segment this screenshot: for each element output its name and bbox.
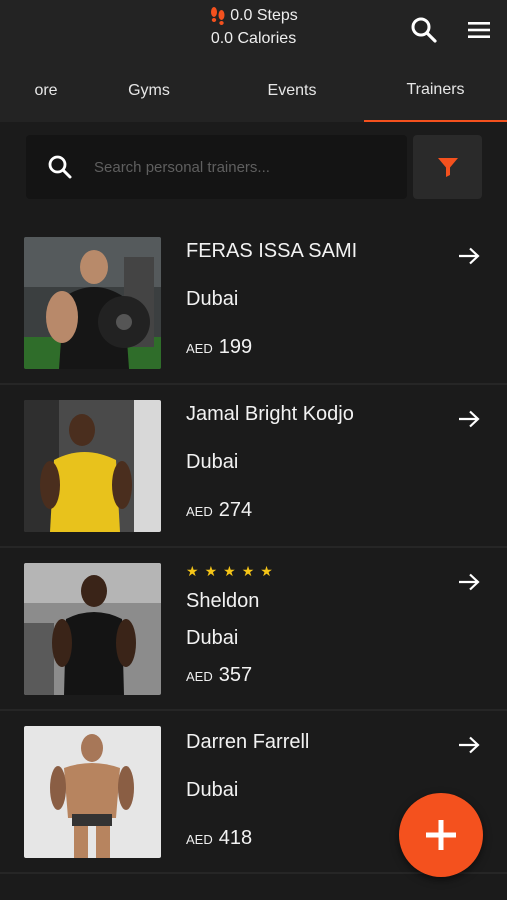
currency-label: AED bbox=[186, 832, 213, 847]
footprints-icon bbox=[209, 6, 227, 26]
star-icon: ★ bbox=[241, 563, 255, 579]
trainer-city: Dubai bbox=[186, 627, 239, 649]
price-value: 418 bbox=[218, 827, 253, 849]
star-icon: ★ bbox=[204, 563, 218, 579]
view-trainer-button[interactable] bbox=[455, 731, 483, 759]
view-trainer-button[interactable] bbox=[455, 568, 483, 596]
header-search-button[interactable] bbox=[406, 12, 442, 48]
app-header: 0.0 Steps 0.0 Calories bbox=[0, 0, 507, 60]
category-tabs: ore Gyms Events Trainers bbox=[0, 60, 507, 122]
trainer-price: AED 199 bbox=[186, 336, 252, 359]
trainer-card[interactable]: Jamal Bright Kodjo Dubai AED 274 bbox=[0, 385, 507, 548]
funnel-icon bbox=[437, 158, 458, 177]
trainer-photo bbox=[24, 400, 161, 532]
trainer-photo bbox=[24, 237, 161, 369]
tab-explore[interactable]: ore bbox=[0, 60, 92, 122]
calories-text: 0.0 Calories bbox=[210, 30, 297, 47]
rating-stars: ★ ★ ★ ★ ★ bbox=[186, 564, 273, 578]
trainer-name: Jamal Bright Kodjo bbox=[186, 403, 354, 425]
search-bar-row bbox=[0, 122, 507, 220]
arrow-right-icon bbox=[459, 410, 480, 428]
trainer-photo bbox=[24, 563, 161, 695]
trainer-photo bbox=[24, 726, 161, 858]
tab-label: Trainers bbox=[406, 81, 465, 98]
tab-gyms[interactable]: Gyms bbox=[92, 60, 206, 122]
arrow-right-icon bbox=[459, 736, 480, 754]
tab-events[interactable]: Events bbox=[221, 60, 363, 122]
arrow-right-icon bbox=[459, 573, 480, 591]
currency-label: AED bbox=[186, 669, 213, 684]
trainer-list: FERAS ISSA SAMI Dubai AED 199 Jamal Brig… bbox=[0, 222, 507, 874]
tab-trainers[interactable]: Trainers bbox=[364, 60, 507, 122]
plus-icon bbox=[426, 820, 456, 850]
tab-label: ore bbox=[34, 82, 58, 99]
add-button[interactable] bbox=[399, 793, 483, 877]
star-icon: ★ bbox=[223, 563, 236, 579]
search-input[interactable] bbox=[94, 158, 394, 176]
trainer-city: Dubai bbox=[186, 288, 239, 310]
search-icon bbox=[26, 154, 94, 180]
trainer-name: FERAS ISSA SAMI bbox=[186, 240, 358, 262]
trainer-name: Sheldon bbox=[186, 590, 260, 612]
tab-label: Gyms bbox=[128, 82, 170, 99]
trainer-card[interactable]: FERAS ISSA SAMI Dubai AED 199 bbox=[0, 222, 507, 385]
trainer-price: AED 274 bbox=[186, 499, 252, 522]
star-icon: ★ bbox=[260, 563, 273, 579]
currency-label: AED bbox=[186, 341, 213, 356]
price-value: 274 bbox=[218, 499, 253, 521]
trainer-city: Dubai bbox=[186, 451, 239, 473]
view-trainer-button[interactable] bbox=[455, 405, 483, 433]
trainer-price: AED 357 bbox=[186, 664, 252, 687]
trainer-card[interactable]: ★ ★ ★ ★ ★ Sheldon Dubai AED 357 bbox=[0, 548, 507, 711]
trainer-city: Dubai bbox=[186, 779, 239, 801]
currency-label: AED bbox=[186, 504, 213, 519]
tab-label: Events bbox=[267, 82, 317, 99]
hamburger-menu-icon bbox=[468, 22, 490, 38]
trainer-name: Darren Farrell bbox=[186, 731, 310, 753]
search-box bbox=[26, 135, 407, 199]
search-icon bbox=[411, 17, 437, 43]
price-value: 199 bbox=[218, 336, 253, 358]
star-icon: ★ bbox=[186, 563, 199, 579]
filter-button[interactable] bbox=[413, 135, 482, 199]
trainer-price: AED 418 bbox=[186, 827, 252, 850]
view-trainer-button[interactable] bbox=[455, 242, 483, 270]
steps-text: 0.0 Steps bbox=[230, 7, 298, 24]
price-value: 357 bbox=[218, 664, 253, 686]
menu-button[interactable] bbox=[461, 12, 497, 48]
arrow-right-icon bbox=[459, 247, 480, 265]
